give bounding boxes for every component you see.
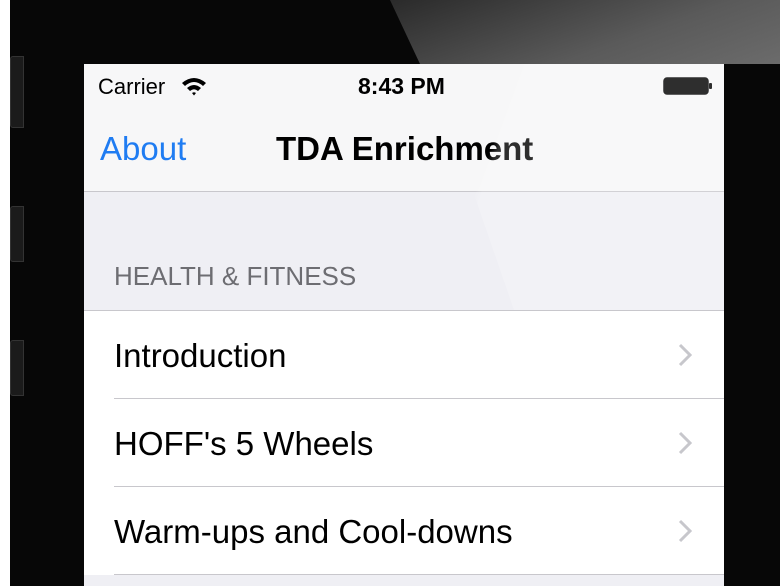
phone-device: Carrier 8:43 PM About TDA Enrichment HEA… [10,0,780,586]
chevron-right-icon [678,519,692,543]
wifi-icon [182,78,206,96]
section-header: HEALTH & FITNESS [114,261,357,291]
list-item-hoffs-5-wheels[interactable]: HOFF's 5 Wheels [84,399,724,487]
device-glare [390,0,780,64]
list-item-label: Warm-ups and Cool-downs [114,513,513,550]
list-item-warm-ups[interactable]: Warm-ups and Cool-downs [84,487,724,575]
volume-up-button [10,206,24,262]
list-item-label: Introduction [114,337,287,374]
carrier-label: Carrier [98,74,166,99]
mute-switch [10,56,24,128]
menu-list: Introduction HOFF's 5 Wheels Warm-ups an… [84,310,724,575]
status-bar: Carrier 8:43 PM [84,64,724,104]
battery-icon [663,77,712,95]
volume-down-button [10,340,24,396]
about-button[interactable]: About [100,130,186,168]
chevron-right-icon [678,343,692,367]
clock-time: 8:43 PM [358,73,445,99]
chevron-right-icon [678,431,692,455]
list-item-introduction[interactable]: Introduction [84,311,724,399]
list-item-label: HOFF's 5 Wheels [114,425,374,462]
nav-title: TDA Enrichment [276,130,534,167]
app-screen: Carrier 8:43 PM About TDA Enrichment HEA… [84,64,724,586]
navigation-bar: Carrier 8:43 PM About TDA Enrichment [84,64,724,192]
